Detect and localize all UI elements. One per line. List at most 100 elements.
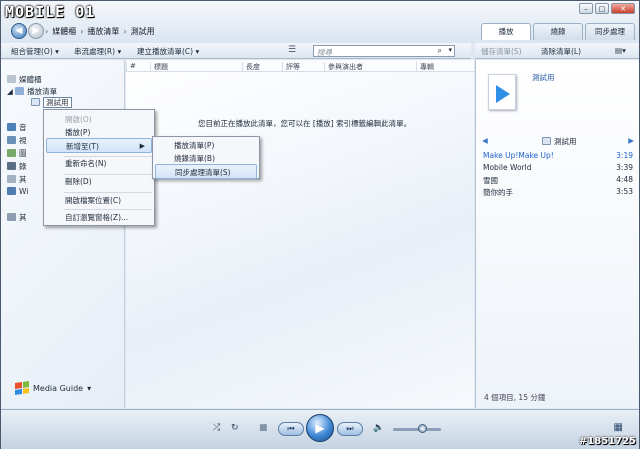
column-contributing-artist[interactable]: 參與演出者 bbox=[324, 62, 386, 72]
menu-item-open-file-location[interactable]: 開啟檔案位置(C) bbox=[46, 193, 152, 208]
submenu: 播放清單(P) 燒錄清單(B) 同步處理清單(S) bbox=[152, 136, 260, 179]
empty-list-message: 您目前正在播放此清單，您可以在 [播放] 索引標籤編輯此清單。 bbox=[198, 119, 412, 128]
column-album[interactable]: 專輯 bbox=[416, 62, 474, 72]
sidebar-item-music[interactable]: 音 bbox=[7, 122, 27, 133]
sidebar-item-test-playlist[interactable]: 測試用 bbox=[31, 97, 72, 108]
previous-button[interactable]: ⏮ bbox=[278, 422, 304, 436]
playlist-title-link[interactable]: 測試用 bbox=[532, 72, 555, 83]
menu-item-rename[interactable]: 重新命名(N) bbox=[46, 156, 152, 171]
sidebar-item-pictures[interactable]: 圖 bbox=[7, 148, 27, 159]
track-title: Mobile World bbox=[483, 163, 532, 172]
menu-item-delete[interactable]: 刪除(D) bbox=[46, 174, 152, 189]
music-icon bbox=[7, 123, 16, 131]
toolbar: 組合管理(O) ▾ 串流處理(R) ▾ 建立播放清單(C) ▾ ☰ 搜尋 ⌕ ▾ bbox=[1, 43, 471, 59]
track-title: 簡你的手 bbox=[483, 188, 513, 197]
chevron-down-icon[interactable]: ▾ bbox=[448, 46, 452, 54]
maximize-button[interactable]: □ bbox=[595, 3, 609, 14]
track-title: Make Up!Make Up! bbox=[483, 151, 554, 160]
search-icon[interactable]: ⌕ bbox=[438, 46, 442, 56]
arrow-right-icon[interactable]: ▶ bbox=[628, 136, 634, 145]
stop-icon[interactable]: ■ bbox=[259, 423, 268, 433]
sidebar-item-network[interactable]: Wi bbox=[7, 187, 28, 196]
track-duration: 4:48 bbox=[616, 175, 633, 184]
breadcrumb-playlists[interactable]: 播放清單 bbox=[87, 26, 119, 37]
column-number[interactable]: # bbox=[126, 62, 140, 72]
column-length[interactable]: 長度 bbox=[242, 62, 282, 72]
track-duration: 3:39 bbox=[616, 163, 633, 172]
details-pane: # 標題 長度 評等 參與演出者 專輯 您目前正在播放此清單，您可以在 [播放]… bbox=[126, 60, 474, 408]
menu-item-sync-list[interactable]: 同步處理清單(S) bbox=[155, 164, 257, 179]
next-button[interactable]: ⏭ bbox=[337, 422, 363, 436]
sidebar-item-other-media[interactable]: 其 bbox=[7, 174, 27, 185]
window-controls: – □ ✕ bbox=[579, 3, 635, 14]
tab-play[interactable]: 播放 bbox=[481, 23, 531, 40]
play-arrow-icon bbox=[496, 85, 510, 103]
save-list-button[interactable]: 儲存清單(S) bbox=[481, 46, 522, 57]
forward-button[interactable]: ▶ bbox=[28, 23, 44, 39]
sidebar-item-videos[interactable]: 視 bbox=[7, 135, 27, 146]
breadcrumb-separator: › bbox=[123, 27, 127, 36]
volume-knob[interactable] bbox=[417, 424, 427, 433]
recorded-tv-icon bbox=[7, 162, 16, 170]
transport-bar: ⤮ ↻ ■ ⏮ ▶ ⏭ 🔈 ▦ #1851725 bbox=[1, 409, 639, 449]
minimize-button[interactable]: – bbox=[579, 3, 593, 14]
search-box[interactable]: 搜尋 ⌕ ▾ bbox=[313, 45, 455, 57]
close-button[interactable]: ✕ bbox=[611, 3, 635, 14]
other-media-icon bbox=[7, 175, 16, 183]
list-pane: 測試用 ◀ 測試用 ▶ Make Up!Make Up! 3:19 Mobile… bbox=[475, 60, 639, 408]
network-icon bbox=[7, 187, 16, 195]
tab-burn[interactable]: 燒錄 bbox=[533, 23, 583, 40]
list-options-icon[interactable]: ▤▾ bbox=[615, 46, 626, 55]
view-options-icon[interactable]: ☰ bbox=[288, 45, 296, 55]
sidebar-item-library[interactable]: 媒體櫃 bbox=[7, 74, 42, 85]
playlist-file-icon bbox=[31, 98, 40, 106]
list-item[interactable]: 簡你的手 3:53 bbox=[483, 187, 633, 198]
expand-arrow-icon[interactable]: ◢ bbox=[7, 87, 15, 96]
track-duration: 3:19 bbox=[616, 151, 633, 160]
back-button[interactable]: ◀ bbox=[11, 23, 27, 39]
search-placeholder: 搜尋 bbox=[317, 48, 332, 57]
column-rating[interactable]: 評等 bbox=[282, 62, 324, 72]
stream-menu[interactable]: 串流處理(R) ▾ bbox=[74, 46, 121, 57]
track-duration: 3:53 bbox=[616, 187, 633, 196]
playlist-art bbox=[488, 74, 516, 110]
list-item[interactable]: Make Up!Make Up! 3:19 bbox=[483, 151, 633, 160]
play-button[interactable]: ▶ bbox=[306, 414, 334, 442]
playlist-icon bbox=[15, 87, 25, 95]
repeat-icon[interactable]: ↻ bbox=[231, 423, 239, 433]
organize-menu[interactable]: 組合管理(O) ▾ bbox=[11, 46, 59, 57]
track-title: 雪國 bbox=[483, 176, 498, 185]
list-header-title[interactable]: 測試用 bbox=[542, 136, 577, 147]
list-item[interactable]: 雪國 4:48 bbox=[483, 175, 633, 186]
tab-sync[interactable]: 同步處理 bbox=[585, 23, 635, 40]
context-menu: 開啟(O) 播放(P) 新增至(T) ▶ 重新命名(N) 刪除(D) 開啟檔案位… bbox=[43, 109, 155, 226]
switch-to-now-playing-icon[interactable]: ▦ bbox=[614, 422, 623, 433]
sidebar-item-other-libraries[interactable]: 其 bbox=[7, 212, 27, 223]
arrow-left-icon[interactable]: ◀ bbox=[482, 136, 488, 145]
tab-bar: 播放 燒錄 同步處理 bbox=[481, 23, 635, 40]
breadcrumb-separator: › bbox=[45, 27, 49, 36]
media-guide-link[interactable]: Media Guide ▾ bbox=[15, 381, 91, 395]
windows-logo-icon bbox=[15, 381, 29, 395]
menu-item-customize-nav-pane[interactable]: 自訂瀏覽窗格(Z)... bbox=[46, 210, 152, 225]
breadcrumb-separator: › bbox=[80, 27, 84, 36]
clear-list-button[interactable]: 清除清單(L) bbox=[541, 46, 581, 57]
breadcrumb-current[interactable]: 測試用 bbox=[131, 26, 155, 37]
sidebar-item-recorded-tv[interactable]: 錄 bbox=[7, 161, 27, 172]
media-player-window: MOBILE 01 ◀ ▶ › 媒體櫃 › 播放清單 › 測試用 – □ ✕ 播… bbox=[0, 0, 640, 449]
other-libraries-icon bbox=[7, 213, 16, 221]
shuffle-icon[interactable]: ⤮ bbox=[213, 423, 220, 433]
chevron-down-icon[interactable]: ▾ bbox=[87, 384, 91, 393]
breadcrumb-library[interactable]: 媒體櫃 bbox=[52, 26, 76, 37]
list-status: 4 個項目, 15 分鐘 bbox=[484, 393, 546, 402]
breadcrumb: › 媒體櫃 › 播放清單 › 測試用 bbox=[45, 26, 155, 37]
sidebar-item-playlists[interactable]: ◢ 播放清單 bbox=[7, 86, 57, 97]
volume-icon[interactable]: 🔈 bbox=[373, 423, 384, 433]
menu-item-add-to[interactable]: 新增至(T) ▶ bbox=[46, 138, 152, 153]
list-item[interactable]: Mobile World 3:39 bbox=[483, 163, 633, 172]
column-title[interactable]: 標題 bbox=[150, 62, 240, 72]
submenu-arrow-icon: ▶ bbox=[139, 142, 145, 150]
playlist-file-icon bbox=[542, 137, 551, 145]
create-playlist-menu[interactable]: 建立播放清單(C) ▾ bbox=[137, 46, 199, 57]
video-icon bbox=[7, 136, 16, 144]
